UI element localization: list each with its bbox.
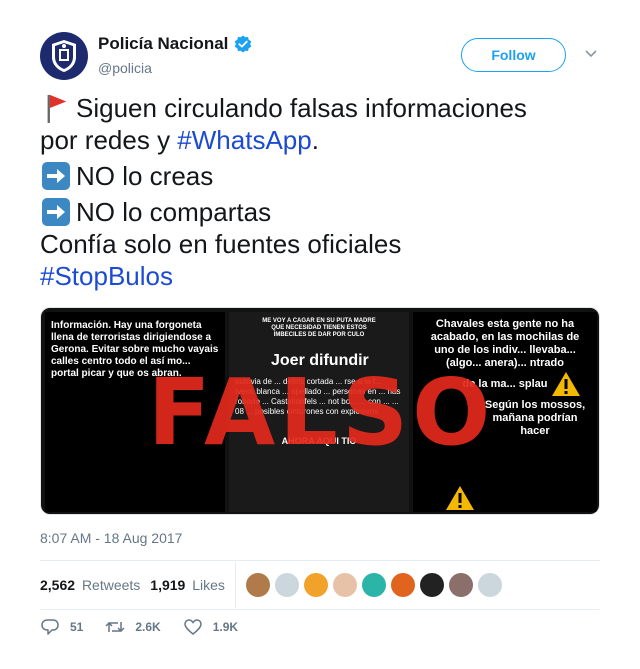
retweet-count: 2.6K [135,620,161,634]
account-handle[interactable]: @policia [98,60,252,76]
retweet-icon [105,621,125,633]
tweet-text-line: NO lo creas [76,161,214,191]
red-flag-icon [40,93,72,123]
liker-avatar[interactable] [390,573,415,597]
liker-avatar[interactable] [477,573,502,597]
likes-label: Likes [192,577,225,593]
tweet-line-5: Confía solo en fuentes oficiales [40,228,600,260]
tweet-text-line: Confía solo en fuentes oficiales [40,229,402,259]
right-arrow-icon [40,197,72,227]
avatar[interactable] [40,32,88,80]
like-button[interactable]: 1.9K [183,618,238,636]
tweet-timestamp[interactable]: 8:07 AM - 18 Aug 2017 [40,530,182,546]
like-count: 1.9K [212,620,239,634]
tweet-media-image[interactable]: Información. Hay una forgoneta llena de … [40,307,600,515]
reply-icon [41,619,59,635]
retweets-label: Retweets [81,577,141,593]
likes-stat[interactable]: 1,919 Likes [150,577,225,593]
tweet-stats: 2,562 Retweets 1,919 Likes [40,560,600,610]
likes-count: 1,919 [150,577,186,593]
chevron-down-icon[interactable] [585,49,597,59]
reply-count: 51 [70,620,84,634]
tweet-text-line: por redes y [40,125,178,155]
stats-divider [234,562,236,608]
account-name[interactable]: Policía Nacional [98,34,228,54]
falso-overlay-text: FALSO [147,358,495,466]
verified-icon [235,35,252,53]
tweet-line-1: Siguen circulando falsas informaciones [40,92,600,124]
tweet-text-line: Siguen circulando falsas informaciones [76,93,527,123]
liker-avatar[interactable] [332,573,357,597]
reply-button[interactable]: 51 [40,618,83,636]
account-name-row[interactable]: Policía Nacional [98,34,252,54]
tweet-line-6: #StopBulos [40,260,600,292]
liker-avatar[interactable] [274,573,299,597]
retweets-count: 2,562 [40,577,76,593]
tweet-text-line: . [311,125,319,155]
retweets-stat[interactable]: 2,562 Retweets [40,577,140,593]
tweet-line-2: por redes y #WhatsApp . [40,124,600,156]
liker-avatar[interactable] [419,573,444,597]
police-badge-icon [52,40,76,72]
tweet-text: Siguen circulando falsas informaciones p… [40,92,600,292]
right-arrow-icon [40,161,72,191]
tweet-line-3: NO lo creas [40,160,600,192]
account-info: Policía Nacional @policia [98,34,252,76]
tweet-actions: 51 2.6K 1.9K [40,618,260,636]
liker-avatars [245,573,502,597]
retweet-button[interactable]: 2.6K [105,618,161,636]
tweet-line-4: NO lo compartas [40,196,600,228]
liker-avatar[interactable] [245,573,270,597]
follow-button[interactable]: Follow [461,38,566,72]
liker-avatar[interactable] [448,573,473,597]
hashtag-stopbulos[interactable]: #StopBulos [40,260,173,292]
like-icon [183,619,202,635]
tweet-text-line: NO lo compartas [76,197,272,227]
liker-avatar[interactable] [361,573,386,597]
hashtag-whatsapp[interactable]: #WhatsApp [177,124,311,156]
liker-avatar[interactable] [303,573,328,597]
